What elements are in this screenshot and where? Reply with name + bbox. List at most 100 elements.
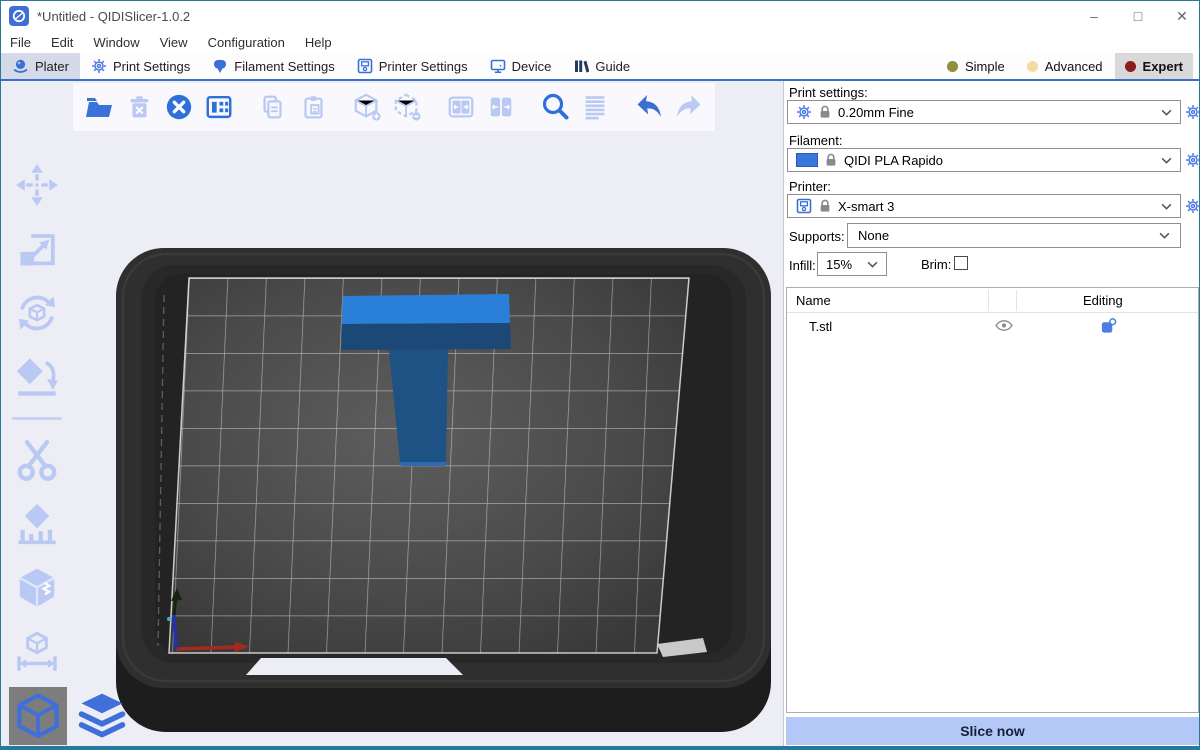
brim-checkbox[interactable] — [954, 256, 968, 270]
filament-combo[interactable]: QIDI PLA Rapido — [787, 148, 1181, 172]
simple-dot-icon — [947, 61, 958, 72]
remove-instance-icon — [392, 92, 422, 122]
app-logo-icon — [9, 6, 29, 26]
object-list-header: Name Editing — [787, 288, 1198, 313]
edit-object-icon[interactable] — [1100, 317, 1117, 335]
printer-icon — [357, 58, 373, 74]
column-name: Name — [796, 293, 831, 308]
plater-icon — [12, 58, 29, 75]
column-separator — [1016, 290, 1017, 311]
mode-expert[interactable]: Expert — [1115, 53, 1193, 79]
delete-all-button[interactable] — [159, 85, 199, 129]
tab-device[interactable]: Device — [479, 53, 563, 79]
object-row-t-stl[interactable]: T.stl — [787, 313, 1198, 339]
supports-select[interactable]: None — [847, 223, 1181, 248]
edit-filament-button[interactable] — [1185, 152, 1200, 168]
printer-value: X-smart 3 — [838, 199, 1154, 214]
paint-supports-button[interactable] — [13, 500, 61, 548]
remove-instance-button[interactable] — [387, 85, 427, 129]
cut-button[interactable] — [13, 436, 61, 484]
edit-print-settings-button[interactable] — [1185, 104, 1200, 120]
tab-filament-settings[interactable]: Filament Settings — [201, 53, 345, 79]
seam-button[interactable] — [13, 564, 61, 612]
scale-icon — [14, 226, 60, 272]
redo-button[interactable] — [669, 85, 709, 129]
object-list: Name Editing T.stl — [786, 287, 1199, 713]
paste-icon — [298, 92, 328, 122]
object-name: T.stl — [809, 319, 832, 334]
close-button[interactable]: ✕ — [1175, 8, 1189, 25]
paste-button[interactable] — [293, 85, 333, 129]
search-button[interactable] — [535, 85, 575, 129]
menu-bar: File Edit Window View Configuration Help — [1, 31, 1199, 53]
cut-scissors-icon — [14, 437, 60, 483]
qidislicer-window: *Untitled - QIDISlicer-1.0.2 – □ ✕ File … — [0, 0, 1200, 750]
menu-help[interactable]: Help — [305, 35, 332, 50]
brim-label: Brim: — [921, 257, 951, 272]
infill-label: Infill: — [789, 258, 816, 273]
mode-simple[interactable]: Simple — [937, 53, 1015, 79]
scene-canvas[interactable] — [1, 81, 783, 747]
printer-combo[interactable]: X-smart 3 — [787, 194, 1181, 218]
mode-advanced[interactable]: Advanced — [1017, 53, 1113, 79]
infill-select[interactable]: 15% — [817, 252, 887, 276]
guide-books-icon — [573, 58, 589, 74]
menu-file[interactable]: File — [10, 35, 31, 50]
menu-edit[interactable]: Edit — [51, 35, 73, 50]
lock-icon — [825, 153, 837, 167]
view-mode-switcher — [9, 687, 131, 745]
mode-label: Expert — [1143, 59, 1183, 74]
tab-guide[interactable]: Guide — [562, 53, 641, 79]
measure-button[interactable] — [13, 628, 61, 676]
supports-label: Supports: — [789, 229, 845, 244]
layer-height-icon — [580, 92, 610, 122]
viewport-3d[interactable] — [1, 81, 783, 747]
infill-value: 15% — [826, 257, 852, 272]
undo-button[interactable] — [629, 85, 669, 129]
measure-icon — [14, 629, 60, 675]
left-toolbar — [9, 161, 65, 676]
move-button[interactable] — [13, 161, 61, 209]
redo-icon — [673, 91, 705, 123]
tab-print-settings[interactable]: Print Settings — [80, 53, 201, 79]
gear-icon — [91, 58, 107, 74]
open-button[interactable] — [79, 85, 119, 129]
rotate-button[interactable] — [13, 289, 61, 337]
edit-printer-button[interactable] — [1185, 198, 1200, 214]
maximize-button[interactable]: □ — [1131, 8, 1145, 24]
lock-icon — [819, 199, 831, 213]
split-to-parts-button[interactable] — [481, 85, 521, 129]
printer-icon — [796, 198, 812, 214]
view-preview-button[interactable] — [73, 687, 131, 745]
tab-printer-settings[interactable]: Printer Settings — [346, 53, 479, 79]
filament-icon — [212, 58, 228, 74]
minimize-button[interactable]: – — [1087, 8, 1101, 24]
visibility-eye-icon[interactable] — [995, 320, 1013, 331]
copy-button[interactable] — [253, 85, 293, 129]
split-to-objects-button[interactable] — [441, 85, 481, 129]
arrange-button[interactable] — [199, 85, 239, 129]
menu-window[interactable]: Window — [93, 35, 139, 50]
variable-layer-height-button[interactable] — [575, 85, 615, 129]
menu-view[interactable]: View — [160, 35, 188, 50]
tab-label: Guide — [595, 59, 630, 74]
open-folder-icon — [83, 91, 115, 123]
add-instance-icon — [352, 92, 382, 122]
add-instance-button[interactable] — [347, 85, 387, 129]
bed-handle-notch — [246, 658, 463, 675]
layers-preview-icon — [75, 689, 129, 743]
scale-button[interactable] — [13, 225, 61, 273]
column-separator — [988, 290, 989, 311]
tab-label: Printer Settings — [379, 59, 468, 74]
menu-configuration[interactable]: Configuration — [208, 35, 285, 50]
slice-now-button[interactable]: Slice now — [786, 717, 1199, 745]
tab-plater[interactable]: Plater — [1, 53, 80, 79]
rotate-icon — [14, 290, 60, 336]
place-on-face-button[interactable] — [13, 353, 61, 401]
cube-3d-view-icon — [11, 689, 65, 743]
print-settings-combo[interactable]: 0.20mm Fine — [787, 100, 1181, 124]
view-3d-editor-button[interactable] — [9, 687, 67, 745]
title-bar: *Untitled - QIDISlicer-1.0.2 – □ ✕ — [1, 1, 1199, 31]
delete-button[interactable] — [119, 85, 159, 129]
device-monitor-icon — [490, 58, 506, 74]
